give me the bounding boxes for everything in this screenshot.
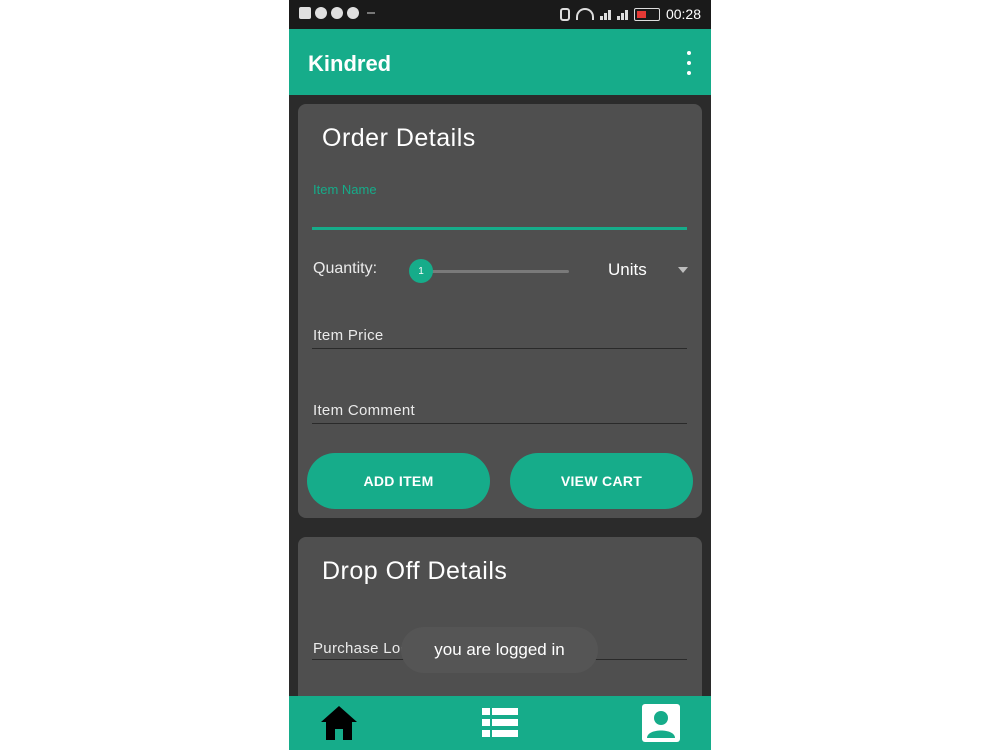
bottom-navigation xyxy=(289,696,711,750)
view-cart-button[interactable]: VIEW CART xyxy=(510,453,693,509)
menu-dot-icon xyxy=(687,71,691,75)
item-comment-label: Item Comment xyxy=(313,402,415,419)
add-item-button[interactable]: ADD ITEM xyxy=(307,453,490,509)
units-dropdown[interactable]: Units xyxy=(598,260,696,284)
profile-icon xyxy=(642,704,680,742)
vibrate-icon xyxy=(559,7,570,21)
messenger-icon xyxy=(331,7,343,19)
item-price-label: Item Price xyxy=(313,327,384,344)
toast-message: you are logged in xyxy=(401,627,598,673)
menu-dot-icon xyxy=(687,61,691,65)
units-value: Units xyxy=(608,260,647,279)
list-icon xyxy=(482,708,518,737)
item-price-underline xyxy=(312,348,687,349)
app-bar: Kindred xyxy=(289,29,711,95)
messenger-icon-2 xyxy=(347,7,359,19)
facebook-icon xyxy=(299,7,311,19)
more-notifications-icon xyxy=(367,12,375,14)
nav-home-button[interactable] xyxy=(299,696,379,750)
notification-icons xyxy=(299,7,375,19)
phone-screen: 00:28 Kindred Order Details Item Name Qu… xyxy=(289,0,711,750)
drop-off-details-title: Drop Off Details xyxy=(322,557,508,585)
nav-profile-button[interactable] xyxy=(621,696,701,750)
dropdown-caret-icon xyxy=(678,267,688,273)
battery-icon xyxy=(633,7,660,21)
wifi-icon xyxy=(575,8,594,20)
signal-icon xyxy=(599,8,611,20)
order-details-title: Order Details xyxy=(322,124,476,152)
status-time: 00:28 xyxy=(665,6,701,22)
app-title: Kindred xyxy=(308,51,392,76)
item-comment-underline xyxy=(312,423,687,424)
nav-list-button[interactable] xyxy=(460,696,540,750)
notification-icon xyxy=(315,7,327,19)
signal-icon-2 xyxy=(616,8,628,20)
item-name-label: Item Name xyxy=(313,182,377,197)
overflow-menu-button[interactable] xyxy=(683,51,695,75)
status-bar: 00:28 xyxy=(289,0,711,29)
purchase-location-label: Purchase Loc xyxy=(313,640,409,657)
home-icon xyxy=(321,706,357,740)
quantity-slider-thumb[interactable]: 1 xyxy=(409,259,433,283)
item-name-underline xyxy=(312,227,687,230)
quantity-slider-track[interactable] xyxy=(420,270,569,273)
system-icons: 00:28 xyxy=(559,6,701,22)
quantity-label: Quantity: xyxy=(313,260,378,277)
order-details-card: Order Details Item Name Quantity: 1 Unit… xyxy=(298,104,702,518)
menu-dot-icon xyxy=(687,51,691,55)
drop-off-details-card: Drop Off Details Purchase Loc xyxy=(298,537,702,707)
item-name-input[interactable] xyxy=(312,200,691,228)
